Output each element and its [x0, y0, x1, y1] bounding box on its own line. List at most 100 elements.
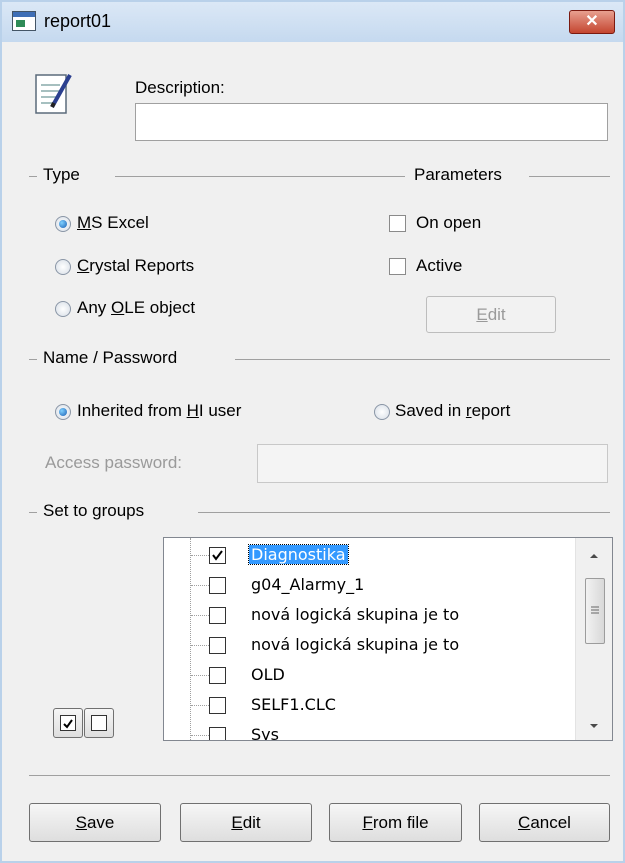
save-button[interactable]: Save	[29, 803, 161, 842]
on-open-checkbox[interactable]	[389, 215, 406, 232]
type-crystal-accel: C	[77, 256, 90, 275]
inherited-from-hi-user-label[interactable]: Inherited from HI user	[77, 401, 241, 421]
group-label[interactable]: nová logická skupina je to	[251, 635, 459, 654]
groups-line-left	[29, 512, 37, 513]
scroll-down-arrow-icon[interactable]	[588, 722, 600, 730]
inherited-pre: Inherited from	[77, 401, 187, 420]
check-all-button[interactable]	[53, 708, 83, 738]
group-checkbox[interactable]	[209, 607, 226, 624]
group-label[interactable]: Sys	[251, 725, 279, 740]
scrollbar-thumb[interactable]	[585, 578, 605, 644]
saved-in-report-label[interactable]: Saved in report	[395, 401, 510, 421]
active-checkbox[interactable]	[389, 258, 406, 275]
list-item[interactable]: nová logická skupina je to	[164, 600, 574, 630]
type-crystal-reports-radio[interactable]	[55, 259, 71, 275]
close-button[interactable]: ✕	[569, 10, 615, 34]
group-label[interactable]: g04_Alarmy_1	[251, 575, 364, 594]
bottom-separator	[29, 775, 610, 776]
list-item[interactable]: Diagnostika	[164, 540, 574, 570]
notepad-icon	[35, 74, 72, 114]
groups-tree-list[interactable]: Diagnostika g04_Alarmy_1 nová logická sk…	[163, 537, 613, 741]
inherited-accel: H	[186, 401, 199, 420]
type-group-header: Type	[43, 165, 80, 184]
cancel-button[interactable]: Cancel	[479, 803, 610, 842]
save-accel: S	[75, 813, 87, 832]
inherited-from-hi-user-radio[interactable]	[55, 404, 71, 420]
group-checkbox[interactable]	[209, 577, 226, 594]
type-ole-object-label[interactable]: Any OLE object	[77, 298, 195, 318]
tree-branch	[191, 645, 209, 646]
access-password-field[interactable]	[257, 444, 608, 483]
save-rest: ave	[86, 813, 115, 832]
saved-rest: eport	[471, 401, 511, 420]
type-ms-excel-label[interactable]: MS Excel	[77, 213, 149, 233]
inherited-rest: I user	[198, 401, 242, 420]
group-checkbox[interactable]	[209, 727, 226, 740]
active-label[interactable]: Active	[416, 256, 462, 276]
parameters-edit-rest: dit	[487, 305, 506, 324]
access-password-label: Access password:	[45, 453, 182, 472]
type-crystal-rest: rystal Reports	[89, 256, 195, 275]
type-group-line-right	[115, 176, 405, 177]
type-ms-excel-rest: S Excel	[91, 213, 149, 232]
from-file-rest: rom file	[372, 813, 429, 832]
tree-branch	[191, 735, 209, 736]
on-open-label[interactable]: On open	[416, 213, 481, 233]
group-checkbox[interactable]	[209, 667, 226, 684]
tree-branch	[191, 615, 209, 616]
tree-branch	[191, 705, 209, 706]
window-title: report01	[44, 11, 112, 31]
parameters-edit-accel: E	[476, 305, 488, 324]
parameters-group-header: Parameters	[414, 165, 502, 184]
app-window-icon	[12, 11, 36, 31]
group-label[interactable]: SELF1.CLC	[251, 695, 336, 714]
group-checkbox[interactable]	[209, 697, 226, 714]
report-dialog: report01 ✕ Description: Type MS Excel Cr…	[0, 0, 625, 863]
title-bar[interactable]: report01 ✕	[2, 2, 623, 42]
group-checkbox[interactable]	[209, 547, 226, 564]
name-password-header: Name / Password	[43, 348, 178, 367]
name-password-line-right	[235, 359, 610, 360]
groups-line-right	[198, 512, 610, 513]
checkmark-icon	[212, 550, 223, 561]
groups-header: Set to groups	[43, 501, 145, 520]
type-ole-rest: LE object	[124, 298, 196, 317]
group-label[interactable]: Diagnostika	[248, 544, 349, 565]
tree-branch	[191, 585, 209, 586]
description-field[interactable]	[135, 103, 608, 141]
cancel-accel: C	[518, 813, 531, 832]
type-group-line-left	[29, 176, 37, 177]
list-item[interactable]: Sys	[164, 720, 574, 740]
list-item[interactable]: SELF1.CLC	[164, 690, 574, 720]
type-ole-object-radio[interactable]	[55, 301, 71, 317]
checked-box-icon	[60, 715, 76, 731]
uncheck-all-button[interactable]	[84, 708, 114, 738]
list-item[interactable]: nová logická skupina je to	[164, 630, 574, 660]
description-label: Description:	[135, 78, 225, 97]
edit-button[interactable]: Edit	[180, 803, 312, 842]
tree-branch	[191, 555, 209, 556]
close-icon: ✕	[585, 13, 599, 30]
cancel-rest: ancel	[530, 813, 571, 832]
saved-pre: Saved in	[395, 401, 466, 420]
list-item[interactable]: OLD	[164, 660, 574, 690]
list-item[interactable]: g04_Alarmy_1	[164, 570, 574, 600]
type-ms-excel-accel: M	[77, 213, 92, 232]
groups-scrollbar[interactable]	[575, 538, 612, 740]
type-ole-pre: Any	[77, 298, 112, 317]
saved-in-report-radio[interactable]	[374, 404, 390, 420]
tree-branch	[191, 675, 209, 676]
empty-box-icon	[91, 715, 107, 731]
edit-accel: E	[231, 813, 243, 832]
name-password-line-left	[29, 359, 37, 360]
from-file-button[interactable]: From file	[329, 803, 462, 842]
scroll-up-arrow-icon[interactable]	[588, 552, 600, 560]
group-checkbox[interactable]	[209, 637, 226, 654]
type-ms-excel-radio[interactable]	[55, 216, 71, 232]
group-label[interactable]: OLD	[251, 665, 285, 684]
type-crystal-reports-label[interactable]: Crystal Reports	[77, 256, 194, 276]
parameters-group-line	[529, 176, 610, 177]
parameters-edit-button[interactable]: Edit	[426, 296, 556, 333]
group-label[interactable]: nová logická skupina je to	[251, 605, 459, 624]
edit-rest: dit	[242, 813, 261, 832]
